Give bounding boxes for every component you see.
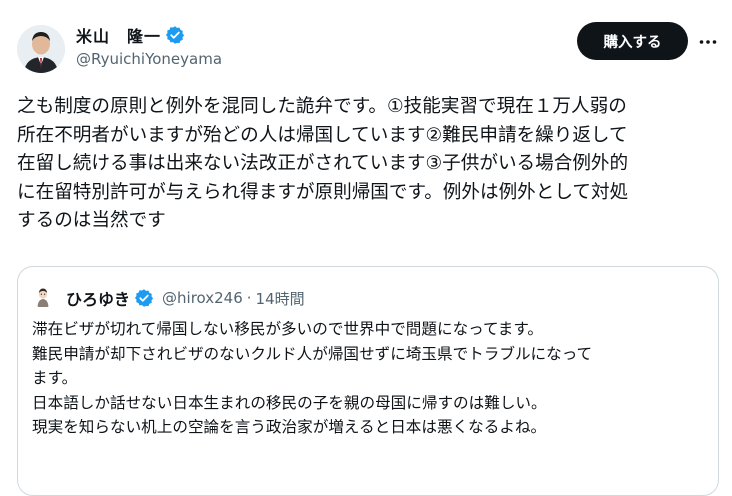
- verified-badge-icon: [165, 26, 185, 44]
- quoted-separator: ·: [246, 289, 252, 307]
- author-avatar-image: [17, 25, 65, 73]
- quoted-tweet-card[interactable]: ひろゆき @hirox246 · 14時間 滞在ビザが切れて帰国しない移民が多い…: [17, 266, 719, 496]
- quoted-timestamp: 14時間: [255, 289, 305, 308]
- more-options-button[interactable]: [696, 30, 720, 54]
- quoted-author-handle: @hirox246: [162, 289, 243, 307]
- quoted-avatar-image: [32, 286, 54, 308]
- author-avatar[interactable]: [17, 25, 65, 73]
- quoted-verified-badge-icon: [134, 289, 154, 307]
- quoted-tweet-text: 滞在ビザが切れて帰国しない移民が多いので世界中で問題になってます。 難民申請が却…: [32, 320, 593, 436]
- quoted-tweet-header: ひろゆき @hirox246 · 14時間: [66, 286, 305, 310]
- author-name[interactable]: 米山 隆一: [76, 23, 161, 47]
- quoted-author-name: ひろゆき: [66, 290, 131, 309]
- subscribe-button[interactable]: 購入する: [577, 22, 688, 60]
- author-name-row[interactable]: 米山 隆一: [76, 23, 185, 47]
- quoted-author-avatar: [32, 286, 54, 308]
- tweet-text: 之も制度の原則と例外を混同した詭弁です。①技能実習で現在１万人弱の 所在不明者が…: [17, 96, 629, 231]
- more-horizontal-icon: [699, 40, 717, 44]
- author-handle[interactable]: @RyuichiYoneyama: [76, 50, 222, 68]
